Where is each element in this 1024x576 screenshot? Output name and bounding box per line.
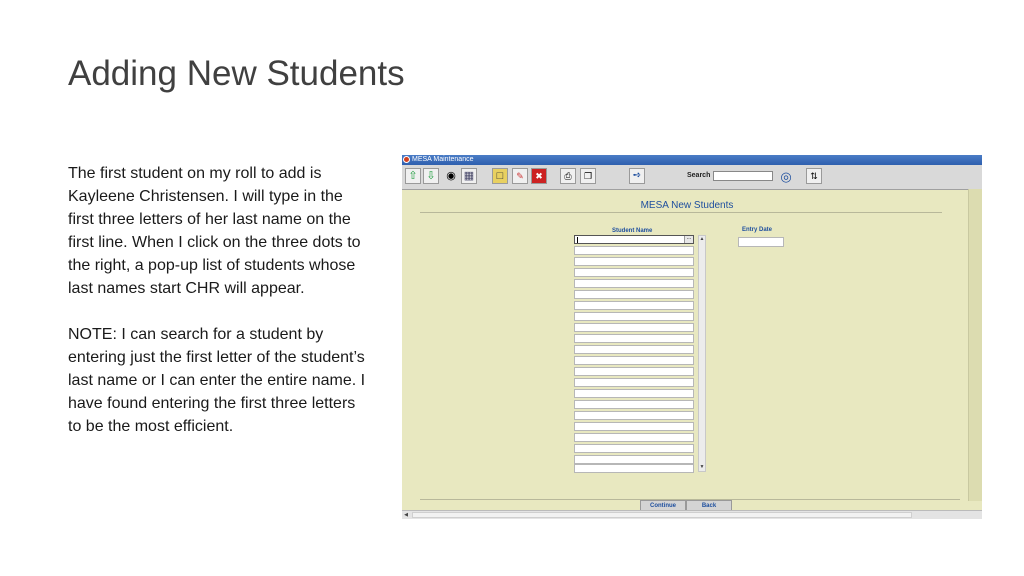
vertical-scrollbar[interactable]: ▲ ▼ bbox=[698, 235, 706, 472]
print-icon[interactable]: ⎙ bbox=[560, 168, 576, 184]
student-name-header: Student Name bbox=[612, 228, 653, 234]
right-panel-edge bbox=[968, 189, 982, 501]
binoculars-icon[interactable]: ◉ bbox=[443, 168, 459, 184]
student-name-field[interactable] bbox=[574, 334, 694, 343]
refresh-icon[interactable]: ◎ bbox=[778, 168, 794, 184]
window-title: MESA Maintenance bbox=[412, 156, 474, 163]
student-name-field[interactable] bbox=[574, 323, 694, 332]
entry-date-field[interactable] bbox=[738, 237, 784, 247]
title-divider bbox=[420, 212, 942, 213]
sort-icon[interactable]: ⇅ bbox=[806, 168, 822, 184]
student-name-field[interactable]: ... bbox=[574, 235, 694, 244]
slide-title: Adding New Students bbox=[68, 54, 405, 93]
form-title: MESA New Students bbox=[640, 200, 734, 211]
student-name-field[interactable] bbox=[574, 367, 694, 376]
scroll-left-icon[interactable]: ◀ bbox=[402, 511, 410, 519]
student-name-field[interactable] bbox=[574, 312, 694, 321]
student-name-field[interactable] bbox=[574, 444, 694, 453]
student-name-field[interactable] bbox=[574, 422, 694, 431]
student-name-field[interactable] bbox=[574, 464, 694, 473]
horizontal-scrollbar[interactable]: ◀ bbox=[402, 510, 982, 519]
student-name-field[interactable] bbox=[574, 433, 694, 442]
pencil-icon[interactable]: ✎ bbox=[512, 168, 528, 184]
search-input[interactable] bbox=[713, 171, 773, 181]
scroll-down-icon[interactable]: ▼ bbox=[699, 464, 705, 471]
copy-icon[interactable]: ❐ bbox=[580, 168, 596, 184]
student-name-field[interactable] bbox=[574, 389, 694, 398]
student-name-field[interactable] bbox=[574, 246, 694, 255]
student-name-field[interactable] bbox=[574, 290, 694, 299]
student-name-field[interactable] bbox=[574, 345, 694, 354]
student-name-field[interactable] bbox=[574, 411, 694, 420]
instruction-paragraph: The first student on my roll to add is K… bbox=[68, 165, 361, 297]
scrollbar-thumb[interactable] bbox=[412, 512, 912, 518]
student-name-field[interactable] bbox=[574, 400, 694, 409]
delete-icon[interactable]: ✖ bbox=[531, 168, 547, 184]
student-name-field[interactable] bbox=[574, 378, 694, 387]
student-name-field[interactable] bbox=[574, 279, 694, 288]
student-name-field[interactable] bbox=[574, 268, 694, 277]
new-record-icon[interactable]: □ bbox=[492, 168, 508, 184]
student-name-field[interactable] bbox=[574, 301, 694, 310]
text-cursor bbox=[577, 237, 578, 243]
slide-body: The first student on my roll to add is K… bbox=[68, 162, 368, 438]
window-titlebar: MESA Maintenance bbox=[402, 155, 982, 165]
student-name-field[interactable] bbox=[574, 356, 694, 365]
save-icon[interactable]: ▦ bbox=[461, 168, 477, 184]
app-icon bbox=[403, 156, 410, 163]
student-name-list: ... bbox=[574, 235, 694, 473]
arrow-down-icon[interactable]: ⇩ bbox=[423, 168, 439, 184]
runner-icon[interactable]: ➺ bbox=[629, 168, 645, 184]
search-label: Search bbox=[687, 172, 711, 179]
mesa-app-window: MESA Maintenance ⇧ ⇩ ◉ ▦ □ ✎ ✖ ⎙ ❐ ➺ Sea… bbox=[402, 155, 982, 519]
toolbar: ⇧ ⇩ ◉ ▦ □ ✎ ✖ ⎙ ❐ ➺ Search ◎ ⇅ bbox=[402, 165, 982, 190]
entry-date-header: Entry Date bbox=[742, 227, 773, 233]
note-paragraph: NOTE: I can search for a student by ente… bbox=[68, 326, 366, 435]
student-name-field[interactable] bbox=[574, 257, 694, 266]
student-name-field[interactable] bbox=[574, 455, 694, 464]
scroll-up-icon[interactable]: ▲ bbox=[699, 236, 705, 243]
arrow-up-icon[interactable]: ⇧ bbox=[405, 168, 421, 184]
lookup-dots-button[interactable]: ... bbox=[684, 235, 693, 243]
